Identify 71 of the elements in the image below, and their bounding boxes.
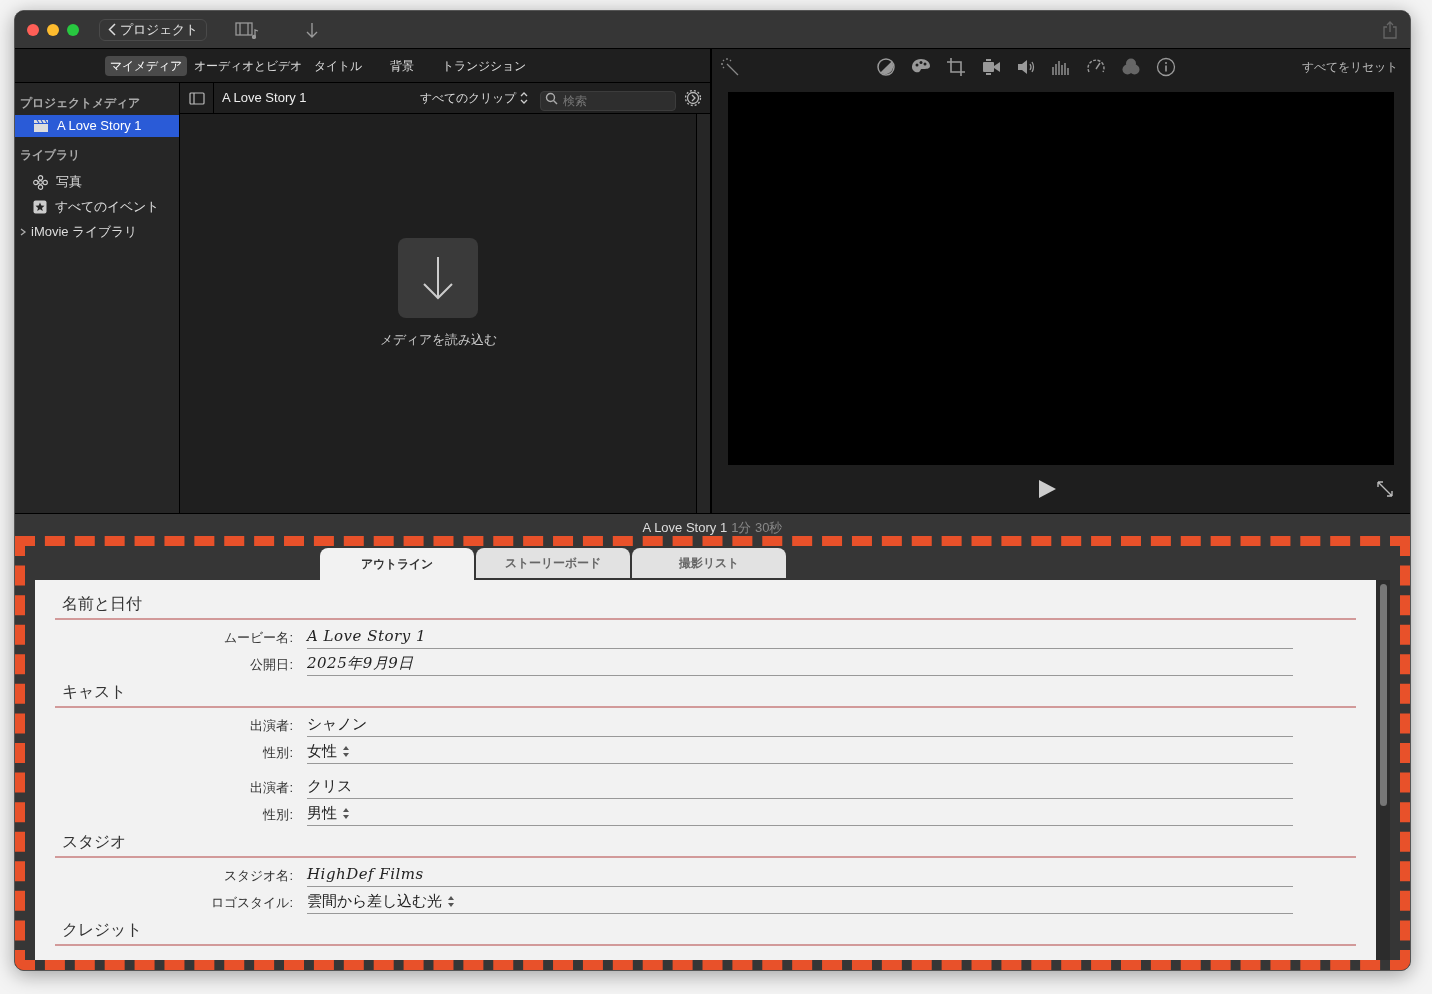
field-label: 出演者:: [249, 778, 294, 797]
play-button[interactable]: [1037, 479, 1057, 499]
import-label: メディアを読み込む: [379, 330, 497, 349]
disclosure-closed-icon: [19, 228, 27, 236]
film-music-icon[interactable]: [235, 20, 261, 39]
popup-field[interactable]: 女性: [307, 741, 1293, 764]
sidebar-item[interactable]: 写真: [15, 171, 179, 193]
popup-field[interactable]: 雲間から差し込む光: [307, 891, 1293, 914]
popup-field[interactable]: 男性: [307, 803, 1293, 826]
sidebar-item[interactable]: A Love Story 1: [15, 115, 179, 137]
settings-icon[interactable]: [684, 89, 702, 107]
outline-tab[interactable]: 撮影リスト: [631, 548, 786, 578]
field-label: スタジオ名:: [223, 866, 294, 885]
sidebar-item[interactable]: すべてのイベント: [15, 196, 179, 218]
updown-arrows-icon: [448, 896, 454, 907]
info-icon[interactable]: [1156, 57, 1176, 77]
section-header: ライブラリ: [19, 147, 81, 164]
color-balance-icon[interactable]: [876, 57, 896, 77]
magic-wand-icon[interactable]: [720, 57, 740, 77]
scrollbar[interactable]: [1376, 580, 1390, 960]
color-circles-icon[interactable]: [1121, 57, 1141, 77]
import-button[interactable]: [398, 237, 478, 318]
clapperboard-icon: [33, 119, 49, 133]
media-tab[interactable]: オーディオとビデオ: [188, 55, 307, 76]
text-field[interactable]: クリス: [307, 776, 1293, 799]
field-label: 出演者:: [249, 716, 294, 735]
updown-arrows-icon: [343, 808, 349, 819]
media-tab[interactable]: マイメディア: [104, 55, 187, 76]
project-duration: 1分 30秒: [731, 521, 783, 534]
reset-all-button[interactable]: すべてをリセット: [1302, 58, 1398, 76]
project-title: A Love Story 1: [642, 521, 728, 534]
outline-tab[interactable]: ストーリーボード: [475, 548, 630, 578]
field-label: 公開日:: [249, 655, 294, 674]
media-tab[interactable]: タイトル: [308, 55, 367, 76]
media-tab[interactable]: トランジション: [436, 55, 531, 76]
flower-icon: [33, 174, 48, 190]
download-icon[interactable]: [305, 20, 319, 39]
close-button[interactable]: [27, 23, 39, 36]
search-field[interactable]: 検索: [540, 91, 676, 111]
star-box-icon: [33, 200, 47, 214]
download-arrow-icon: [421, 254, 455, 301]
updown-chevron-icon: [520, 92, 528, 104]
outline-tab[interactable]: アウトライン: [319, 548, 474, 580]
section-title: クレジット: [62, 921, 142, 938]
minimize-button[interactable]: [47, 23, 59, 36]
clip-filter-popup[interactable]: すべてのクリップ: [420, 89, 528, 107]
zoom-button[interactable]: [67, 23, 79, 36]
sidebar-item[interactable]: iMovie ライブラリ: [15, 221, 179, 243]
search-icon: [545, 92, 558, 105]
browser-title: A Love Story 1: [222, 89, 307, 108]
section-title: 名前と日付: [62, 595, 142, 612]
field-label: ロゴスタイル:: [210, 893, 294, 912]
video-camera-icon[interactable]: [981, 57, 1001, 77]
sidebar-toggle-icon[interactable]: [188, 91, 205, 105]
media-tab[interactable]: 背景: [384, 55, 419, 76]
text-field[interactable]: HighDef Films: [307, 864, 1293, 887]
fullscreen-icon[interactable]: [1376, 480, 1394, 498]
field-label: 性別:: [262, 743, 294, 762]
field-label: 性別:: [262, 805, 294, 824]
text-field[interactable]: 2025年9月9日: [307, 653, 1293, 676]
speaker-icon[interactable]: [1016, 57, 1036, 77]
back-button[interactable]: プロジェクト: [99, 18, 207, 41]
section-header: プロジェクトメディア: [19, 95, 141, 112]
text-field[interactable]: シャノン: [307, 714, 1293, 737]
updown-arrows-icon: [343, 746, 349, 757]
text-field[interactable]: A Love Story 1: [307, 626, 1293, 649]
section-title: スタジオ: [62, 833, 126, 850]
chevron-left-icon: [108, 23, 116, 36]
crop-icon[interactable]: [946, 57, 966, 77]
field-label: ムービー名:: [223, 628, 294, 647]
section-title: キャスト: [62, 683, 126, 700]
